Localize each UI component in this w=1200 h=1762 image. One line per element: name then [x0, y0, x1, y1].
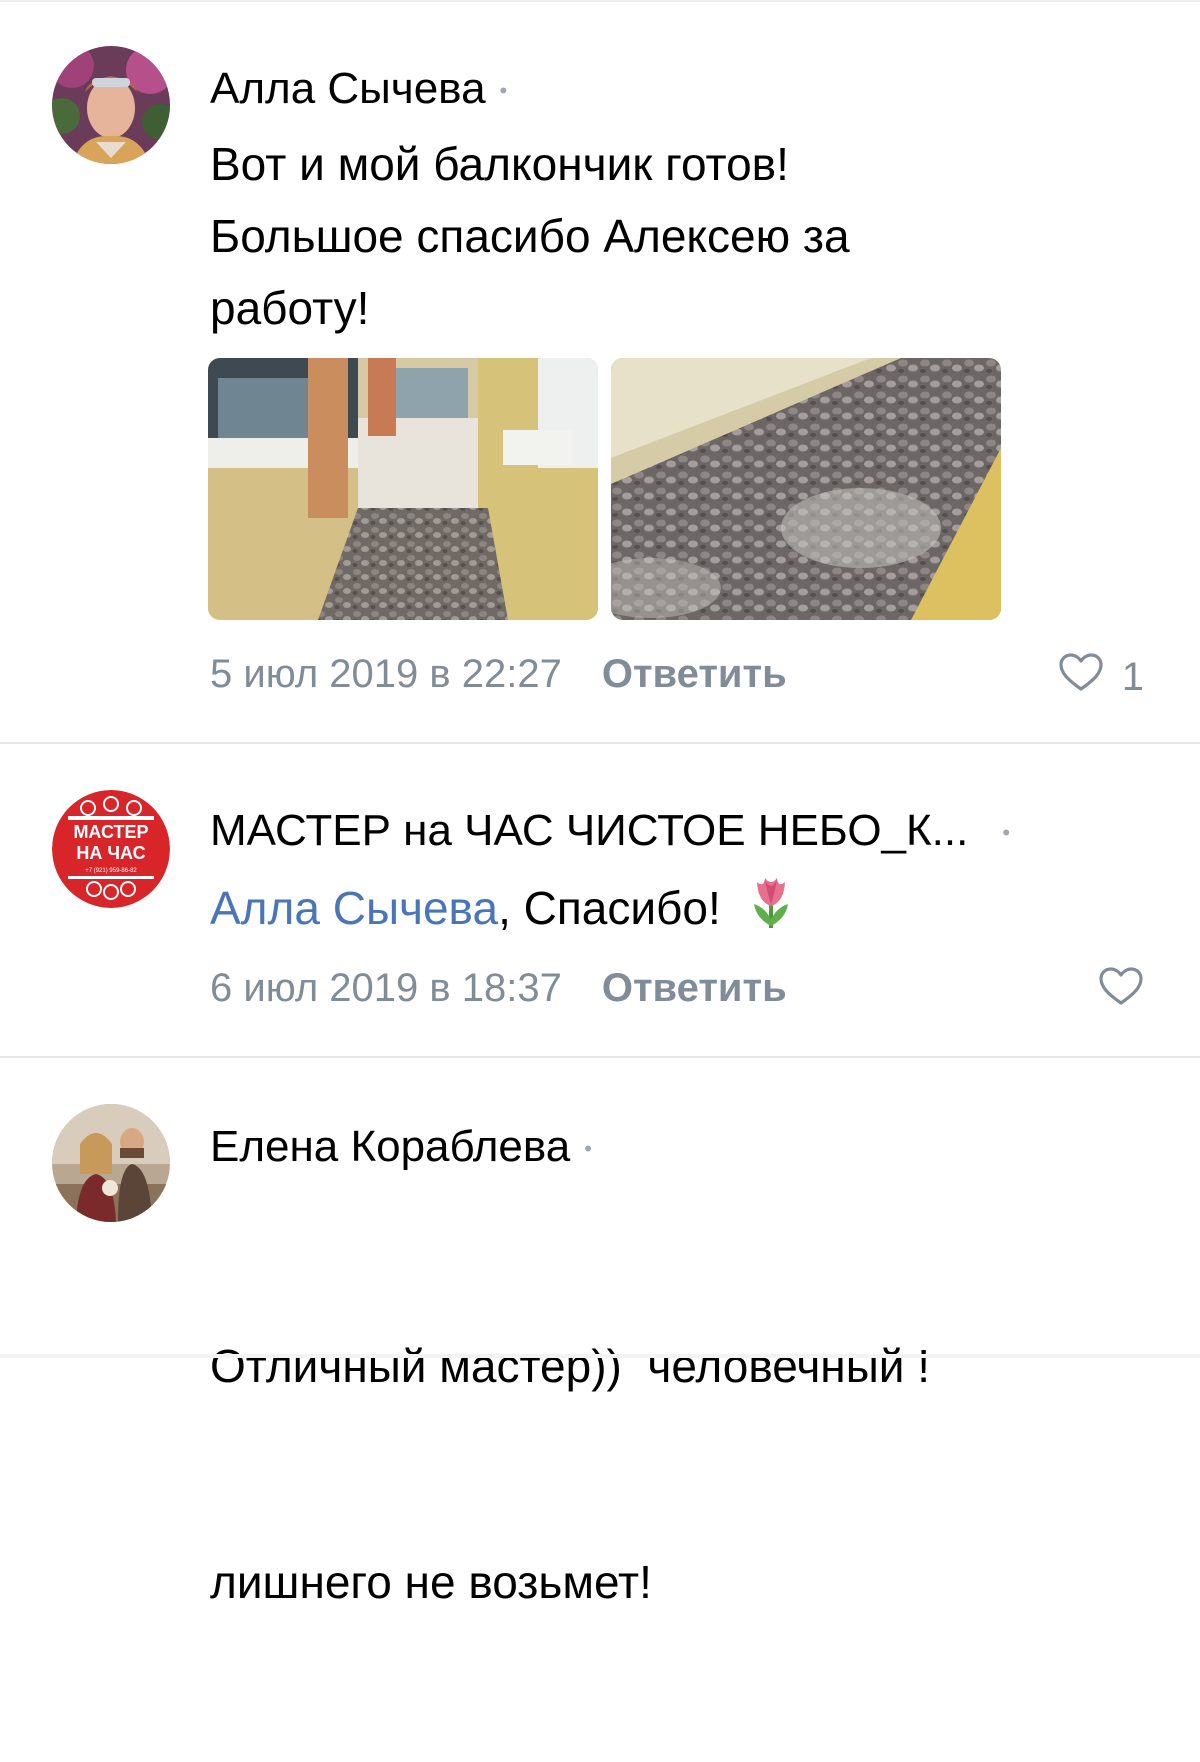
dot-separator-icon: • — [1002, 820, 1011, 846]
comment-text: Вот и мой балкончик готов! Большое спаси… — [210, 128, 1170, 344]
avatar-elena[interactable] — [52, 1104, 170, 1222]
comment-date[interactable]: 6 июл 2019 в 18:37 — [210, 966, 562, 1010]
comment-meta: 6 июл 2019 в 18:37 Ответить — [210, 966, 787, 1011]
logo-phone: +7 (921) 959-86-82 — [85, 868, 137, 874]
like-button[interactable]: 1 — [1058, 652, 1144, 702]
comment-text-line: лишнего не возьмет! — [210, 1556, 652, 1608]
author-name[interactable]: Алла Сычева — [210, 64, 486, 113]
comment-author[interactable]: МАСТЕР на ЧАС ЧИСТОЕ НЕБО_К... • — [210, 806, 1010, 856]
dot-separator-icon: • — [584, 1136, 592, 1162]
logo-line1: МАСТЕР — [73, 822, 148, 842]
tulip-emoji-icon — [748, 874, 794, 950]
comment-text: Отличный мастер)) человечный ! лишнего н… — [210, 1186, 1170, 1762]
comment-text-line: Вот и мой балкончик готов! — [210, 138, 789, 190]
heart-outline-icon[interactable] — [1058, 652, 1104, 702]
heart-outline-icon[interactable] — [1098, 966, 1144, 1016]
comment-author[interactable]: Алла Сычева • — [210, 64, 507, 114]
like-count: 1 — [1121, 654, 1144, 699]
comment-text-body: , Спасибо! — [498, 882, 721, 934]
avatar-alla[interactable] — [52, 46, 170, 164]
comment-author[interactable]: Елена Кораблева • — [210, 1122, 592, 1172]
logo-line2: НА ЧАС — [76, 843, 145, 863]
comment-1: Алла Сычева • Вот и мой балкончик готов! … — [0, 0, 1200, 744]
comment-text: Алла Сычева, Спасибо! — [210, 872, 1170, 950]
reply-button[interactable]: Ответить — [602, 652, 787, 696]
comment-text-line: Отличный мастер)) человечный ! — [210, 1340, 931, 1392]
comment-2: МАСТЕР НА ЧАС +7 (921) 959-86-82 МАСТЕР … — [0, 744, 1200, 1058]
author-name[interactable]: МАСТЕР на ЧАС ЧИСТОЕ НЕБО_К... — [210, 806, 968, 855]
mention-link[interactable]: Алла Сычева — [210, 882, 498, 934]
avatar-master-logo[interactable]: МАСТЕР НА ЧАС +7 (921) 959-86-82 — [52, 790, 170, 908]
bottom-divider — [0, 1354, 1200, 1358]
comment-3: Елена Кораблева • Отличный мастер)) челов… — [0, 1058, 1200, 1608]
dot-separator-icon: • — [499, 78, 508, 104]
comment-text-line: Большое спасибо Алексею за — [210, 210, 850, 262]
comment-date[interactable]: 5 июл 2019 в 22:27 — [210, 652, 562, 696]
attached-photo-1[interactable] — [208, 358, 598, 620]
attached-photo-2[interactable] — [611, 358, 1001, 620]
comment-meta: 5 июл 2019 в 22:27 Ответить — [210, 652, 787, 697]
reply-button[interactable]: Ответить — [602, 966, 787, 1010]
author-name[interactable]: Елена Кораблева — [210, 1122, 570, 1171]
like-button[interactable] — [1098, 966, 1144, 1016]
comment-text-line: работу! — [210, 282, 370, 334]
